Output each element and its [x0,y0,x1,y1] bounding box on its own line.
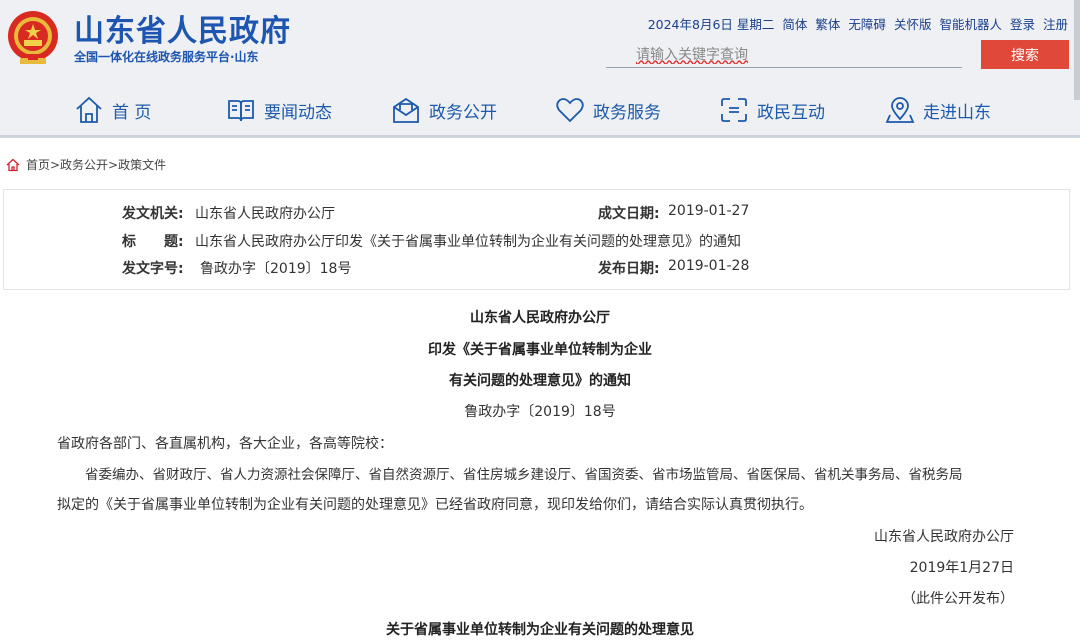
nav-label: 政民互动 [757,102,825,123]
site-subtitle: 全国一体化在线政务服务平台·山东 [74,50,259,64]
nav-item-gov-service[interactable]: 政务服务 [555,86,661,134]
issuer-label: 发文机关: [122,206,184,222]
accessibility-link[interactable]: 无障碍 [848,14,886,33]
login-link[interactable]: 登录 [1010,14,1035,33]
date-label: 成文日期: [598,206,660,222]
docno-label: 发文字号: [122,261,184,277]
nav-item-gov-open[interactable]: 政务公开 [391,86,497,134]
nav-label: 首 页 [112,102,152,123]
top-links: 2024年8月6日 星期二 简体 繁体 无障碍 关怀版 智能机器人 登录 注册 [648,14,1068,33]
breadcrumb: 首页>政务公开>政策文件 [6,156,166,173]
docno-value: 鲁政办字〔2019〕18号 [200,261,352,277]
doc-sign-date: 2019年1月27日 [909,560,1014,576]
title-value: 山东省人民政府办公厅印发《关于省属事业单位转制为企业有关问题的处理意见》的通知 [195,234,741,250]
location-icon [885,97,915,123]
breadcrumb-text[interactable]: 首页>政务公开>政策文件 [26,156,166,173]
scrollbar[interactable] [1074,0,1080,100]
search-button[interactable]: 搜索 [981,40,1069,69]
nav-label: 要闻动态 [264,102,332,123]
publish-value: 2019-01-28 [668,258,750,274]
nav-item-shandong[interactable]: 走进山东 [885,86,991,134]
nav-label: 政务服务 [593,102,661,123]
site-header: 山东省人民政府 全国一体化在线政务服务平台·山东 2024年8月6日 星期二 简… [0,0,1080,138]
publish-label: 发布日期: [598,261,660,277]
doc-org: 山东省人民政府办公厅 [470,310,610,326]
home-icon [76,96,102,123]
date-value: 2019-01-27 [668,203,750,219]
mail-icon [393,97,419,123]
site-title[interactable]: 山东省人民政府 [74,6,291,50]
doc-signature: 山东省人民政府办公厅 [874,529,1014,545]
search-input[interactable] [606,42,962,68]
nav-label: 走进山东 [923,102,991,123]
robot-link[interactable]: 智能机器人 [939,14,1002,33]
national-emblem-icon [8,11,58,64]
document-info-box: 发文机关: 山东省人民政府办公厅 成文日期: 2019-01-27 标 题: 山… [3,189,1070,290]
simplified-link[interactable]: 简体 [782,14,807,33]
heart-icon [556,98,584,123]
register-link[interactable]: 注册 [1043,14,1068,33]
main-nav: 首 页 要闻动态 政务公开 政务服务 政民互动 走进山东 [0,86,1080,134]
doc-heading-line2: 有关问题的处理意见》的通知 [449,373,631,389]
doc-addressee: 省政府各部门、各直属机构，各大企业，各高等院校： [57,436,393,452]
title-label: 标 题: [122,234,184,250]
book-icon [228,100,254,122]
elder-mode-link[interactable]: 关怀版 [894,14,932,33]
home-icon [6,158,20,171]
interact-icon [721,98,747,122]
nav-item-interaction[interactable]: 政民互动 [719,86,825,134]
doc-number: 鲁政办字〔2019〕18号 [464,404,616,420]
nav-item-news[interactable]: 要闻动态 [226,86,332,134]
nav-item-home[interactable]: 首 页 [74,86,151,134]
doc-body-line2: 拟定的《关于省属事业单位转制为企业有关问题的处理意见》已经省政府同意，现印发给你… [57,497,813,513]
doc-release-note: （此件公开发布） [902,591,1014,607]
issuer-value: 山东省人民政府办公厅 [195,206,335,222]
current-date: 2024年8月6日 星期二 [647,17,775,32]
traditional-link[interactable]: 繁体 [815,14,840,33]
doc-heading-line1: 印发《关于省属事业单位转制为企业 [428,342,652,358]
attachment-title: 关于省属事业单位转制为企业有关问题的处理意见 [386,622,694,638]
nav-label: 政务公开 [429,102,497,123]
doc-body-line1: 省委编办、省财政厅、省人力资源社会保障厅、省自然资源厅、省住房城乡建设厅、省国资… [85,467,963,483]
